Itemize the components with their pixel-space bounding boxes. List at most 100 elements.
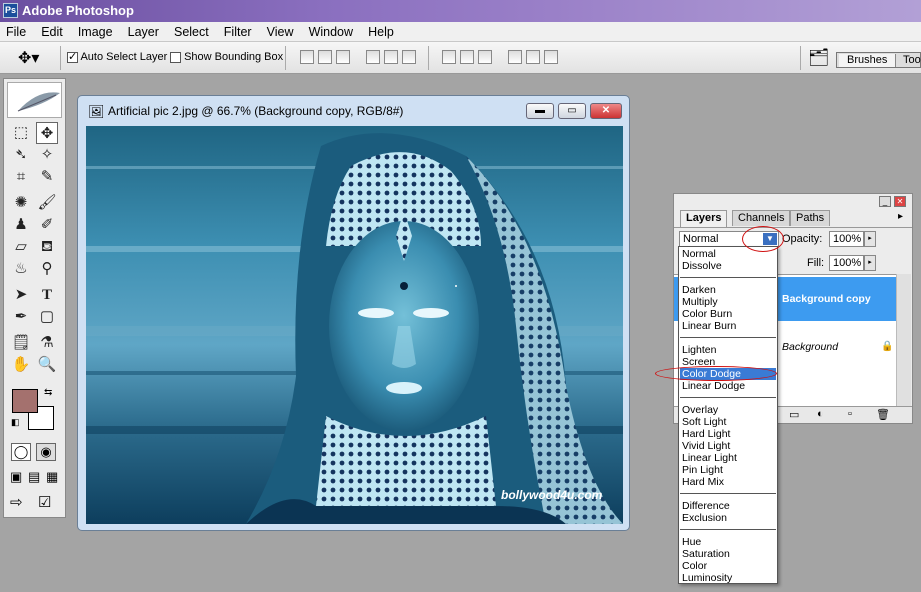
- adjustment-layer-icon[interactable]: ◐: [817, 408, 824, 420]
- swap-colors-icon[interactable]: ⇆: [44, 387, 52, 398]
- move-tool-preset-icon[interactable]: ✥▾: [18, 48, 39, 68]
- align-left-icon[interactable]: [366, 50, 380, 64]
- eraser-tool-icon[interactable]: ▱: [10, 236, 32, 258]
- blend-option-hard-light[interactable]: Hard Light: [680, 428, 776, 440]
- healing-brush-icon[interactable]: ✺: [10, 192, 32, 214]
- menu-select[interactable]: Select: [168, 22, 215, 42]
- blend-option-luminosity[interactable]: Luminosity: [680, 572, 776, 584]
- quick-mask-icon[interactable]: ◉: [36, 443, 56, 461]
- foreground-color-swatch[interactable]: [12, 389, 38, 413]
- align-bottom-icon[interactable]: [336, 50, 350, 64]
- blend-option-linear-dodge[interactable]: Linear Dodge: [680, 380, 776, 392]
- screen-mode-full-icon[interactable]: ▦: [46, 469, 58, 485]
- distribute-top-icon[interactable]: [442, 50, 456, 64]
- menu-help[interactable]: Help: [362, 22, 400, 42]
- new-layer-icon[interactable]: ▫: [848, 408, 852, 420]
- minimize-button[interactable]: ▬: [526, 103, 554, 119]
- imageready-icon[interactable]: ☑: [38, 493, 51, 511]
- menu-view[interactable]: View: [261, 22, 300, 42]
- opacity-arrow-icon[interactable]: ▸: [864, 231, 876, 247]
- align-right-icon[interactable]: [402, 50, 416, 64]
- hand-tool-icon[interactable]: ✋: [10, 354, 32, 376]
- distribute-vcenter-icon[interactable]: [460, 50, 474, 64]
- brushes-tab[interactable]: Brushes: [839, 54, 897, 67]
- blend-option-soft-light[interactable]: Soft Light: [680, 416, 776, 428]
- brush-tool-icon[interactable]: 🖌: [36, 192, 58, 214]
- screen-mode-standard-icon[interactable]: ▣: [10, 469, 22, 485]
- pen-tool-icon[interactable]: ✒: [10, 306, 32, 328]
- blend-option-hue[interactable]: Hue: [680, 536, 776, 548]
- distribute-hcenter-icon[interactable]: [526, 50, 540, 64]
- zoom-tool-icon[interactable]: 🔍: [36, 354, 58, 376]
- menu-filter[interactable]: Filter: [218, 22, 258, 42]
- tools-tab[interactable]: Too: [903, 54, 921, 67]
- menu-window[interactable]: Window: [303, 22, 359, 42]
- blend-option-linear-burn[interactable]: Linear Burn: [680, 320, 776, 332]
- blend-option-difference[interactable]: Difference: [680, 500, 776, 512]
- jump-to-imageready-icon[interactable]: ⇨: [10, 493, 23, 511]
- new-group-icon[interactable]: ▭: [789, 408, 799, 421]
- paint-bucket-icon[interactable]: ⛾: [36, 236, 58, 258]
- blend-option-lighten[interactable]: Lighten: [680, 344, 776, 356]
- shape-tool-icon[interactable]: ▢: [36, 306, 58, 328]
- lasso-tool-icon[interactable]: ➴: [10, 144, 32, 166]
- blend-option-vivid-light[interactable]: Vivid Light: [680, 440, 776, 452]
- notes-tool-icon[interactable]: 🗒: [10, 332, 32, 354]
- blend-option-hard-mix[interactable]: Hard Mix: [680, 476, 776, 488]
- blend-option-color-burn[interactable]: Color Burn: [680, 308, 776, 320]
- blend-option-color[interactable]: Color: [680, 560, 776, 572]
- close-button[interactable]: ✕: [590, 103, 622, 119]
- palette-well-icon[interactable]: 🗂: [808, 48, 830, 68]
- screen-mode-menus-icon[interactable]: ▤: [28, 469, 40, 485]
- standard-mode-icon[interactable]: ◯: [11, 443, 31, 461]
- dodge-tool-icon[interactable]: ⚲: [36, 258, 58, 280]
- tab-layers[interactable]: Layers: [680, 210, 728, 227]
- blend-option-dissolve[interactable]: Dissolve: [680, 260, 776, 272]
- maximize-button[interactable]: ▭: [558, 103, 586, 119]
- blend-option-darken[interactable]: Darken: [680, 284, 776, 296]
- layers-scrollbar[interactable]: [896, 274, 911, 406]
- eyedropper-icon[interactable]: ⚗: [36, 332, 58, 354]
- distribute-right-icon[interactable]: [544, 50, 558, 64]
- blend-option-overlay[interactable]: Overlay: [680, 404, 776, 416]
- menu-layer[interactable]: Layer: [122, 22, 165, 42]
- type-tool-icon[interactable]: T: [36, 284, 58, 306]
- magic-wand-icon[interactable]: ✧: [36, 144, 58, 166]
- blend-option-pin-light[interactable]: Pin Light: [680, 464, 776, 476]
- crop-tool-icon[interactable]: ⌗: [10, 166, 32, 188]
- palette-close-icon[interactable]: ✕: [894, 196, 906, 207]
- default-colors-icon[interactable]: ◧: [11, 417, 20, 428]
- auto-select-layer-option[interactable]: Auto Select Layer: [67, 50, 167, 63]
- fill-arrow-icon[interactable]: ▸: [864, 255, 876, 271]
- history-brush-icon[interactable]: ✐: [36, 214, 58, 236]
- distribute-left-icon[interactable]: [508, 50, 522, 64]
- tab-channels[interactable]: Channels: [732, 210, 791, 226]
- blend-option-linear-light[interactable]: Linear Light: [680, 452, 776, 464]
- palette-minimize-icon[interactable]: _: [879, 196, 891, 207]
- blend-option-saturation[interactable]: Saturation: [680, 548, 776, 560]
- align-vcenter-icon[interactable]: [318, 50, 332, 64]
- move-tool-icon[interactable]: ✥: [36, 122, 58, 144]
- bounding-box-checkbox[interactable]: [170, 51, 181, 63]
- distribute-bottom-icon[interactable]: [478, 50, 492, 64]
- tab-paths[interactable]: Paths: [790, 210, 831, 226]
- slice-tool-icon[interactable]: ✎: [36, 166, 58, 188]
- menu-image[interactable]: Image: [72, 22, 119, 42]
- align-hcenter-icon[interactable]: [384, 50, 398, 64]
- auto-select-checkbox[interactable]: [67, 50, 78, 63]
- marquee-tool-icon[interactable]: ⬚: [10, 122, 32, 144]
- blend-option-exclusion[interactable]: Exclusion: [680, 512, 776, 524]
- path-selection-icon[interactable]: ➤: [10, 284, 32, 306]
- menu-file[interactable]: File: [0, 22, 32, 42]
- menu-edit[interactable]: Edit: [35, 22, 69, 42]
- palette-menu-icon[interactable]: ▸: [898, 211, 903, 222]
- blend-option-multiply[interactable]: Multiply: [680, 296, 776, 308]
- align-top-icon[interactable]: [300, 50, 314, 64]
- opacity-input[interactable]: 100%: [829, 231, 864, 247]
- show-bounding-box-option[interactable]: Show Bounding Box: [170, 51, 283, 63]
- blur-tool-icon[interactable]: ♨: [10, 258, 32, 280]
- clone-stamp-icon[interactable]: ♟: [10, 214, 32, 236]
- fill-input[interactable]: 100%: [829, 255, 864, 271]
- trash-icon[interactable]: 🗑: [876, 408, 890, 421]
- image-canvas[interactable]: bollywood4u.com: [86, 126, 623, 524]
